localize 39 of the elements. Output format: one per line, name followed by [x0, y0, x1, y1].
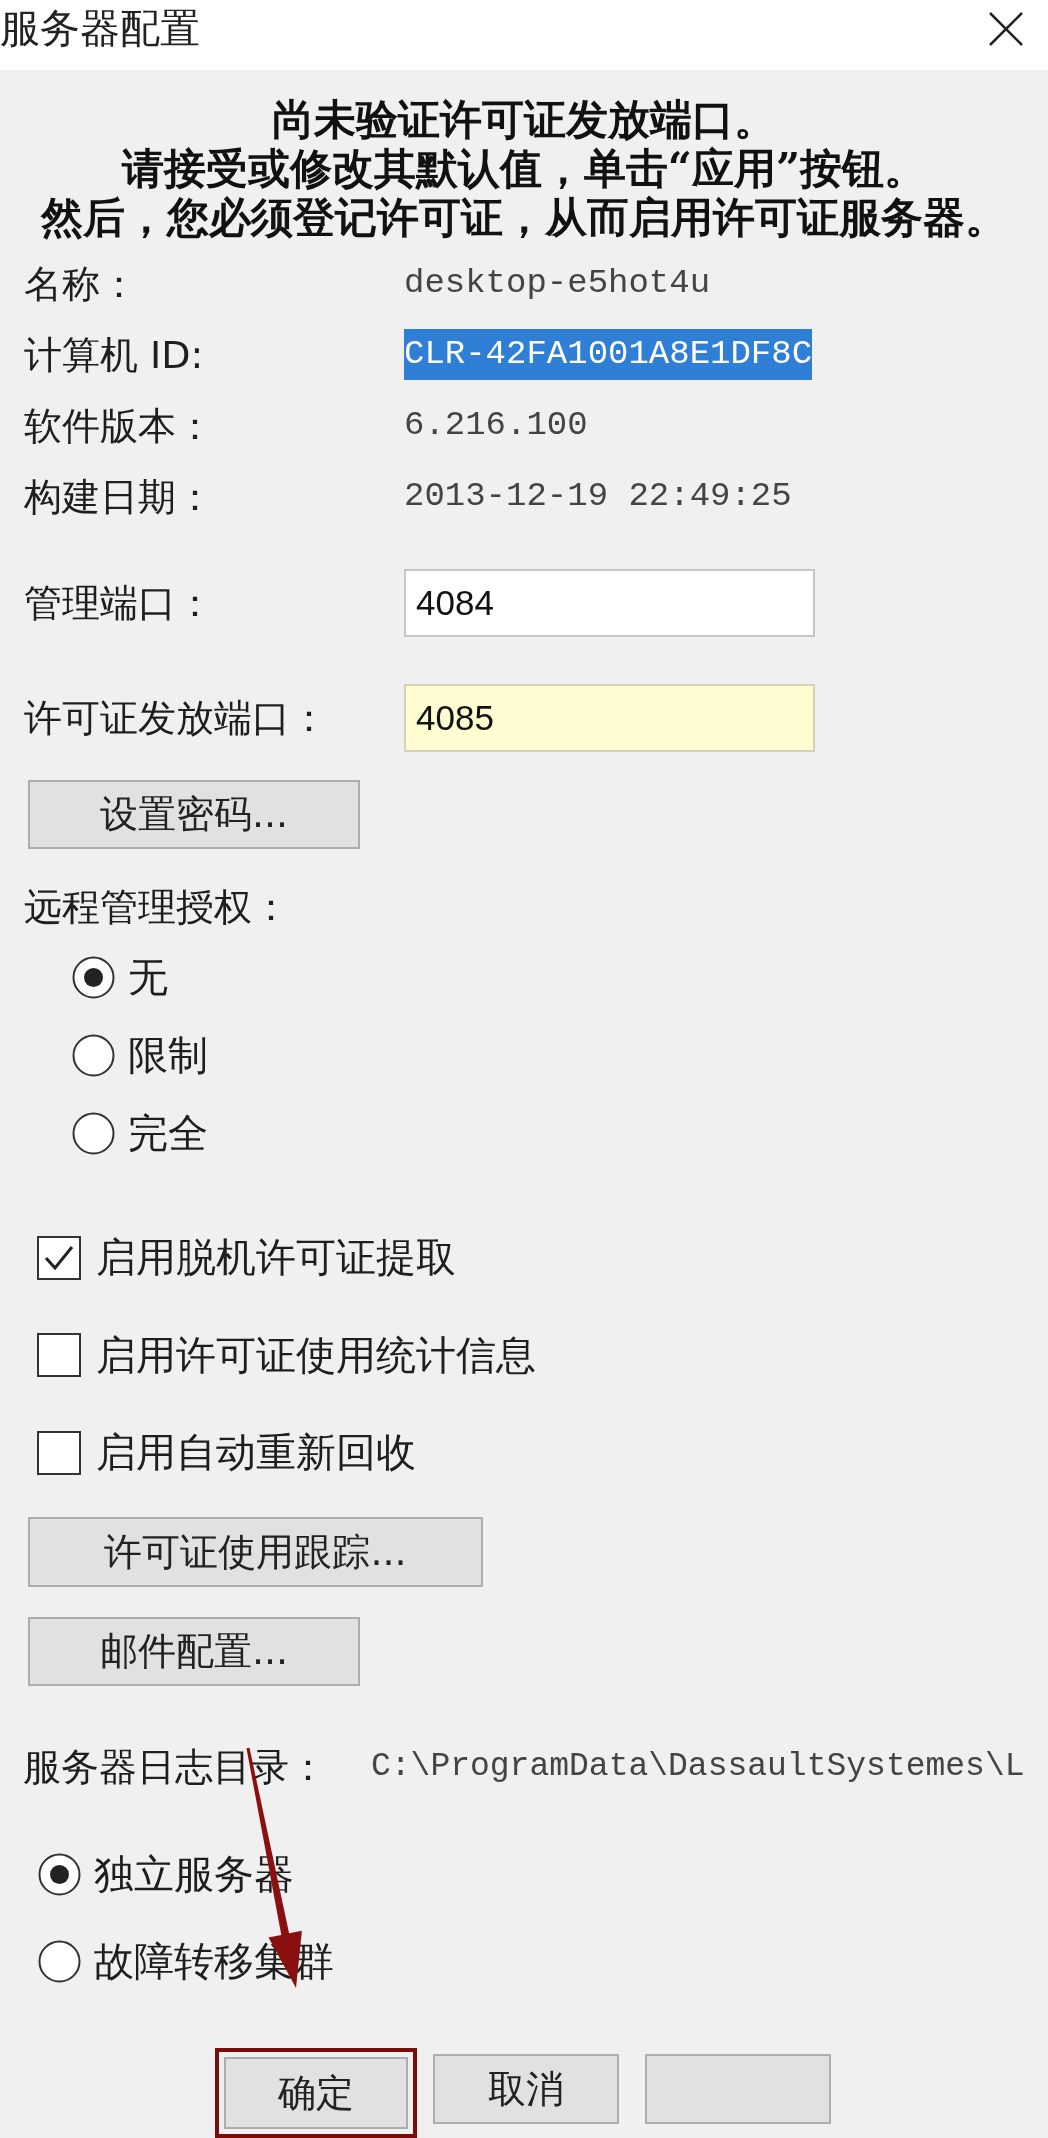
field-label: 管理端口： [24, 580, 215, 627]
log-directory-path: C:\ProgramData\DassaultSystemes\L [371, 1747, 1025, 1787]
radio-icon[interactable] [72, 955, 115, 999]
radio-icon[interactable] [72, 1111, 115, 1155]
set-password-button[interactable]: 设置密码... [28, 780, 360, 849]
checkbox-icon[interactable] [37, 1430, 81, 1475]
field-value: desktop-e5hot4u [404, 263, 711, 304]
checkbox-option[interactable]: 启用脱机许可证提取 [37, 1209, 456, 1307]
radio-icon[interactable] [38, 1939, 81, 1983]
dialog-button[interactable]: 取消 [433, 2054, 619, 2124]
group-label: 远程管理授权： [24, 884, 290, 931]
field-label: 名称： [24, 260, 139, 308]
mail-config-button[interactable]: 邮件配置... [28, 1617, 360, 1686]
field-label: 计算机 ID: [24, 331, 205, 379]
radio-option[interactable]: 限制 [72, 1016, 208, 1094]
checkbox-icon[interactable] [37, 1333, 81, 1378]
dialog-button[interactable]: 确定 [224, 2057, 408, 2129]
field-label: 软件版本： [24, 402, 215, 450]
checkbox-icon[interactable] [37, 1235, 81, 1280]
close-icon[interactable] [989, 12, 1023, 46]
field-label: 服务器日志目录： [23, 1744, 328, 1791]
input-field[interactable]: 4085 [404, 684, 815, 752]
selected-value-text: CLR-42FA1001A8E1DF8C [404, 329, 813, 380]
field-value: 6.216.100 [404, 405, 588, 446]
usage-tracking-button[interactable]: 许可证使用跟踪... [28, 1517, 483, 1587]
message-line: 尚未验证许可证发放端口。 [272, 95, 776, 144]
field-label: 构建日期： [24, 473, 215, 521]
field-value: 2013-12-19 22:49:25 [404, 476, 792, 517]
radio-option[interactable]: 无 [72, 938, 168, 1016]
radio-option[interactable]: 完全 [72, 1094, 208, 1172]
radio-icon[interactable] [72, 1033, 115, 1077]
radio-icon[interactable] [38, 1852, 81, 1896]
checkbox-option[interactable]: 启用许可证使用统计信息 [37, 1306, 536, 1404]
message-line: 请接受或修改其默认值，单击“应用”按钮。 [121, 144, 927, 193]
window-title: 服务器配置 [0, 8, 200, 48]
field-label: 许可证发放端口： [24, 695, 329, 742]
message-line: 然后，您必须登记许可证，从而启用许可证服务器。 [41, 193, 1007, 242]
input-field[interactable]: 4084 [404, 569, 815, 637]
checkbox-option[interactable]: 启用自动重新回收 [37, 1404, 416, 1502]
